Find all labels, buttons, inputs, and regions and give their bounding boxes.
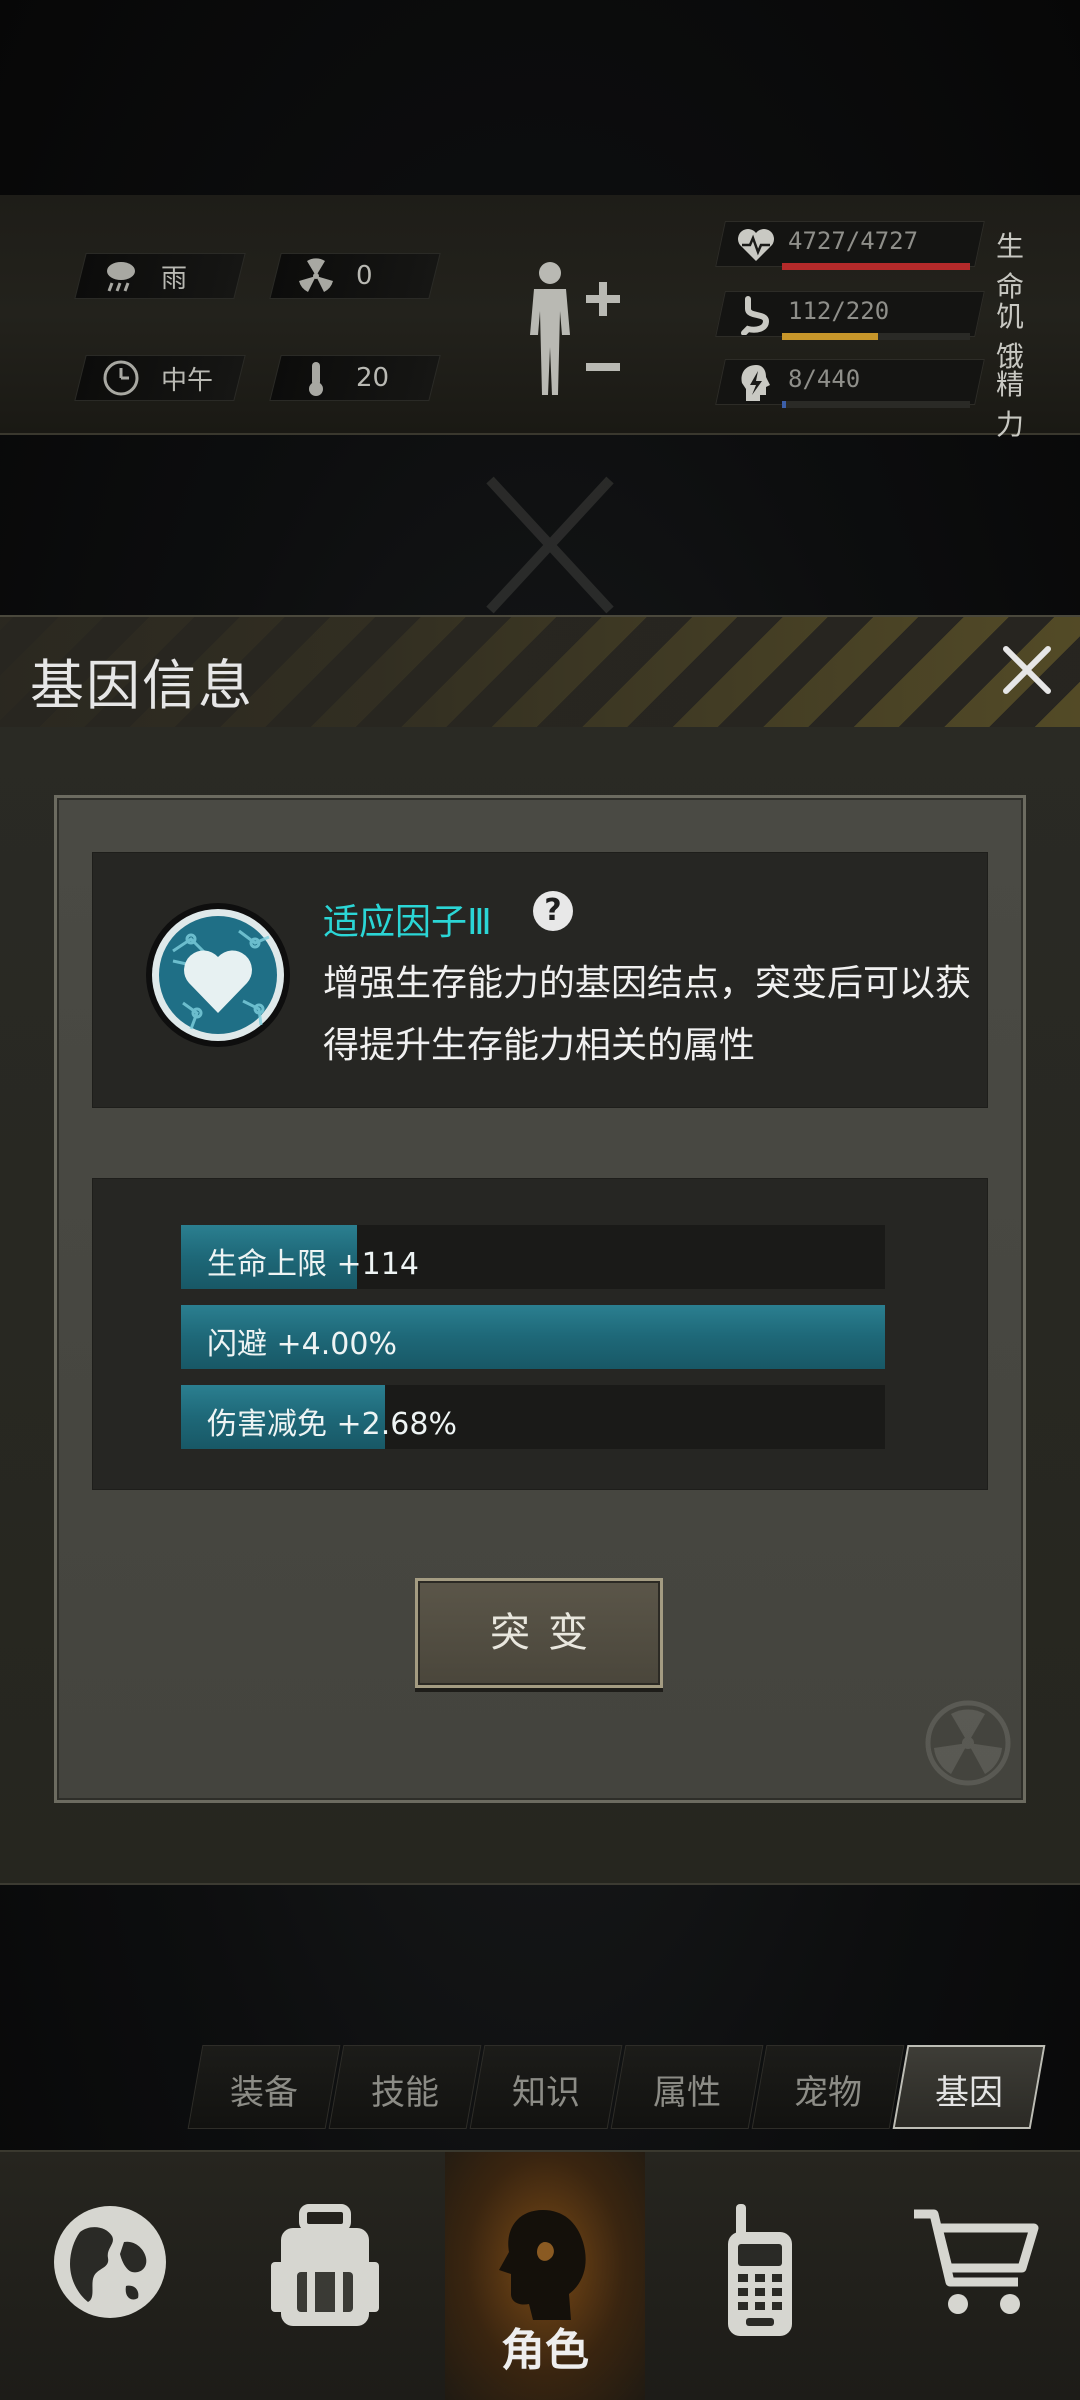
tab-label: 基因: [935, 2073, 1003, 2113]
bottom-navigation: 角色: [0, 2150, 1080, 2400]
attribute-row: 闪避 +4.00%: [181, 1305, 885, 1369]
tab-label: 知识: [512, 2073, 580, 2113]
attribute-row: 伤害减免 +2.68%: [181, 1385, 885, 1449]
help-icon[interactable]: ?: [533, 891, 573, 931]
heartbeat-icon: [736, 225, 776, 265]
attribute-text: 伤害减免 +2.68%: [207, 1407, 457, 1442]
head-lightning-icon: [736, 363, 776, 403]
time-value: 中午: [161, 365, 214, 396]
radio-icon: [728, 2204, 792, 2336]
background-decoration: [486, 476, 614, 614]
close-button[interactable]: [996, 639, 1058, 701]
nav-radio[interactable]: [660, 2152, 860, 2400]
backpack-icon: [271, 2204, 379, 2326]
gene-info-dialog: 基因信息 适应因子Ⅲ ? 增强生存能力的基因结点，突变后可以获得提升生存能力相关…: [0, 615, 1080, 1885]
hunger-stat: 112/220 饥饿: [715, 287, 1050, 373]
temperature-indicator: 20: [269, 355, 441, 401]
tab-equipment[interactable]: 装备: [187, 2045, 341, 2129]
temperature-value: 20: [356, 363, 390, 393]
rain-cloud-icon: [99, 254, 143, 298]
energy-value: 8/440: [788, 365, 861, 393]
status-hud: 雨 0 中午 20 4727/4727 生命 112/220 饥饿 8/440 …: [0, 195, 1080, 441]
gene-name: 适应因子Ⅲ: [323, 902, 492, 943]
radiation-watermark-icon: [925, 1700, 1011, 1786]
hunger-value: 112/220: [788, 297, 890, 325]
character-icon: [499, 2210, 586, 2320]
radiation-value: 0: [356, 261, 373, 291]
attribute-list: 生命上限 +114 闪避 +4.00% 伤害减免 +2.68%: [92, 1178, 988, 1490]
attribute-text: 闪避 +4.00%: [207, 1327, 397, 1362]
tab-label: 宠物: [794, 2073, 862, 2113]
tab-label: 技能: [371, 2073, 439, 2113]
tab-knowledge[interactable]: 知识: [469, 2045, 623, 2129]
time-indicator: 中午: [74, 355, 246, 401]
radiation-icon: [294, 254, 338, 298]
tab-genes[interactable]: 基因: [892, 2045, 1046, 2129]
weather-value: 雨: [161, 263, 188, 294]
nav-character-label: 角色: [501, 2325, 589, 2376]
body-status-button[interactable]: [520, 255, 630, 405]
clock-icon: [99, 356, 143, 400]
nav-character[interactable]: 角色: [445, 2152, 645, 2400]
weather-indicator: 雨: [74, 253, 246, 299]
cart-icon: [914, 2209, 1039, 2314]
hunger-bar-fill: [782, 333, 878, 340]
nav-world-map[interactable]: [10, 2152, 210, 2400]
globe-icon: [54, 2206, 166, 2318]
character-tabs: 装备 技能 知识 属性 宠物 基因: [187, 2045, 1046, 2129]
attribute-row: 生命上限 +114: [181, 1225, 885, 1289]
gene-summary: 适应因子Ⅲ ? 增强生存能力的基因结点，突变后可以获得提升生存能力相关的属性: [92, 852, 988, 1108]
mutate-button[interactable]: 突变: [415, 1578, 663, 1688]
attribute-text: 生命上限 +114: [207, 1247, 419, 1282]
gene-heart-icon: [143, 891, 293, 1067]
tab-attributes[interactable]: 属性: [610, 2045, 764, 2129]
radiation-indicator: 0: [269, 253, 441, 299]
tab-label: 属性: [653, 2073, 721, 2113]
health-bar-fill: [782, 263, 970, 270]
stomach-icon: [736, 295, 776, 336]
energy-bar-fill: [782, 401, 786, 408]
nav-shop[interactable]: [870, 2152, 1070, 2400]
mutate-button-label: 突变: [490, 1610, 606, 1656]
thermometer-icon: [294, 356, 338, 400]
gene-panel: 适应因子Ⅲ ? 增强生存能力的基因结点，突变后可以获得提升生存能力相关的属性 生…: [54, 795, 1026, 1803]
gene-description: 增强生存能力的基因结点，突变后可以获得提升生存能力相关的属性: [323, 963, 972, 1066]
energy-stat: 8/440 精力: [715, 355, 1050, 441]
energy-label: 精力: [996, 368, 1025, 441]
health-stat: 4727/4727 生命: [715, 217, 1050, 303]
health-value: 4727/4727: [788, 227, 919, 255]
nav-inventory[interactable]: [225, 2152, 425, 2400]
tab-skills[interactable]: 技能: [328, 2045, 482, 2129]
human-body-icon: [530, 262, 620, 395]
tab-pets[interactable]: 宠物: [751, 2045, 905, 2129]
game-screen: 雨 0 中午 20 4727/4727 生命 112/220 饥饿 8/440 …: [0, 0, 1080, 2400]
dialog-title: 基因信息: [30, 654, 254, 717]
tab-label: 装备: [230, 2073, 298, 2113]
close-icon: [1003, 646, 1051, 694]
dialog-header: 基因信息: [0, 617, 1080, 727]
